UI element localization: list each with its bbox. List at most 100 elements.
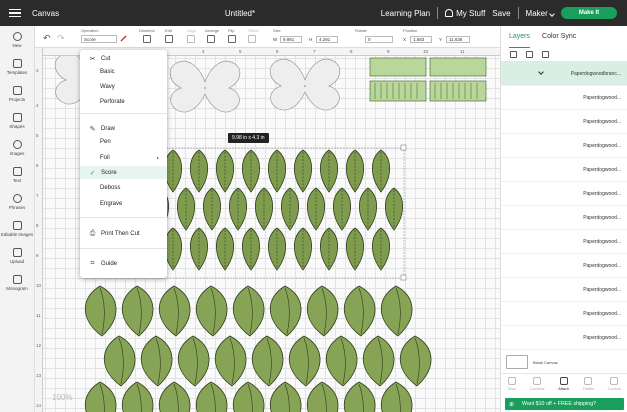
- attach-icon: [559, 377, 568, 385]
- layer-row[interactable]: Paperdogwood...: [501, 158, 627, 182]
- sidebar-item-editable-images[interactable]: Editable Images: [0, 215, 34, 242]
- panel-tabs: Layers Color Sync: [501, 26, 627, 48]
- edit-icon[interactable]: [165, 35, 173, 43]
- undo-icon[interactable]: ↶: [43, 33, 51, 44]
- redo-icon[interactable]: ↷: [57, 33, 65, 44]
- attach-button[interactable]: Attach: [558, 377, 569, 395]
- deselect-icon[interactable]: [143, 35, 151, 43]
- chat-bubble-icon: [12, 193, 22, 203]
- offset-label: Offset: [248, 28, 259, 33]
- menu-item-perforate[interactable]: Perforate: [80, 95, 167, 108]
- tab-color-sync[interactable]: Color Sync: [542, 26, 576, 48]
- layer-row[interactable]: Paperdogwood...: [501, 134, 627, 158]
- align-icon[interactable]: [187, 35, 195, 43]
- sidebar-item-upload[interactable]: Upload: [0, 242, 34, 269]
- flip-label: Flip: [228, 28, 235, 33]
- make-it-button[interactable]: Make It: [561, 7, 617, 19]
- menu-item-wavy[interactable]: Wavy: [80, 80, 167, 93]
- sidebar-item-monogram[interactable]: Monogram: [0, 269, 34, 296]
- layer-row[interactable]: Paperdogwood...: [501, 254, 627, 278]
- sidebar-item-text[interactable]: Text: [0, 161, 34, 188]
- flatten-button[interactable]: Flatten: [583, 377, 594, 395]
- operation-select[interactable]: Score: [81, 35, 117, 43]
- projects-icon: [12, 85, 22, 95]
- top-bar: Canvas Untitled* Learning Plan My Stuff …: [0, 0, 627, 26]
- menu-item-draw[interactable]: ✎ Draw: [80, 122, 167, 135]
- zoom-level[interactable]: 100%: [52, 393, 72, 402]
- slice-button[interactable]: Slice: [508, 377, 516, 395]
- layer-row[interactable]: Paperdogwood...: [501, 182, 627, 206]
- align-label: Align: [187, 28, 196, 33]
- menu-item-engrave[interactable]: Engrave: [80, 197, 167, 210]
- layer-row[interactable]: Paperdogwood...: [501, 206, 627, 230]
- sidebar-item-phrases[interactable]: Phrases: [0, 188, 34, 215]
- layer-row[interactable]: Paperdogwood...: [501, 86, 627, 110]
- combine-icon: [533, 377, 542, 385]
- menu-item-pen[interactable]: Pen: [80, 135, 167, 148]
- position-x-prefix: X: [403, 37, 407, 42]
- rotate-label: Rotate: [355, 28, 367, 33]
- layer-row[interactable]: Paperdogwood...: [501, 110, 627, 134]
- contour-button[interactable]: Contour: [608, 377, 621, 395]
- upload-icon: [12, 247, 22, 257]
- height-field[interactable]: 4.291: [316, 36, 338, 43]
- arrange-icon[interactable]: [207, 35, 215, 43]
- tab-layers[interactable]: Layers: [509, 26, 531, 48]
- layer-row[interactable]: Paperdogwood...: [501, 230, 627, 254]
- slice-icon: [507, 377, 516, 385]
- text-icon: [12, 166, 22, 176]
- menu-item-foil[interactable]: Foil ▸: [80, 151, 167, 164]
- menu-item-deboss[interactable]: Deboss: [80, 181, 167, 194]
- trash-icon[interactable]: [542, 51, 549, 58]
- menu-item-score[interactable]: ✓ Score: [80, 166, 167, 179]
- guide-icon: ⌗: [90, 259, 95, 267]
- menu-divider: [80, 248, 167, 249]
- plus-circle-icon: [12, 31, 22, 41]
- layer-row[interactable]: Paperdogwood...: [501, 278, 627, 302]
- offset-icon[interactable]: [248, 35, 256, 43]
- menu-item-basic[interactable]: Basic: [80, 65, 167, 78]
- flip-icon[interactable]: [228, 35, 236, 43]
- layer-row[interactable]: Paperdogwood...: [501, 302, 627, 326]
- learning-plan-link[interactable]: Learning Plan: [381, 9, 430, 18]
- menu-divider: [80, 217, 167, 218]
- layer-row[interactable]: Paperdogwood...: [501, 326, 627, 350]
- rotate-field[interactable]: 0: [365, 36, 393, 43]
- width-field[interactable]: 9.981: [280, 36, 302, 43]
- group-icon[interactable]: [510, 51, 517, 58]
- duplicate-icon[interactable]: [526, 51, 533, 58]
- flower-shape: [269, 58, 341, 111]
- pen-color-icon[interactable]: [120, 35, 127, 42]
- canvas-swatch: [506, 355, 528, 369]
- left-sidebar: New Templates Projects Shapes Images Tex…: [0, 26, 35, 412]
- arrange-label: Arrange: [205, 28, 220, 33]
- menu-item-cut[interactable]: ✂ Cut: [80, 52, 167, 65]
- gift-icon: ⊕: [509, 401, 515, 408]
- save-button[interactable]: Save: [492, 9, 510, 18]
- width-prefix: W: [273, 37, 278, 42]
- position-x-field[interactable]: 1.583: [410, 36, 432, 43]
- position-label: Position: [403, 28, 418, 33]
- layer-tools: [501, 48, 627, 62]
- position-y-field[interactable]: 11.636: [446, 36, 470, 43]
- blank-canvas-row[interactable]: Blank Canvas: [506, 355, 558, 369]
- promo-banner[interactable]: ⊕ Want $10 off + FREE shipping?: [505, 398, 624, 410]
- sidebar-item-templates[interactable]: Templates: [0, 53, 34, 80]
- menu-item-guide[interactable]: ⌗ Guide: [80, 257, 167, 270]
- menu-item-print-then-cut[interactable]: ⎙ Print Then Cut: [80, 227, 167, 240]
- height-prefix: H: [309, 37, 313, 42]
- sidebar-item-images[interactable]: Images: [0, 134, 34, 161]
- sidebar-item-projects[interactable]: Projects: [0, 80, 34, 107]
- lightbulb-icon: [12, 139, 22, 149]
- sidebar-item-new[interactable]: New: [0, 26, 34, 53]
- chevron-down-icon[interactable]: [538, 69, 544, 75]
- machine-select[interactable]: Maker: [526, 9, 555, 18]
- combine-button[interactable]: Combine: [530, 377, 545, 395]
- left-ruler: 3 4 5 6 7 8 9 10 11 12 13 14: [35, 48, 43, 412]
- editable-image-icon: [12, 220, 22, 230]
- bell-icon: [445, 9, 454, 17]
- deselect-label: Deselect: [139, 28, 155, 33]
- my-stuff-button[interactable]: My Stuff: [445, 9, 485, 18]
- sidebar-item-shapes[interactable]: Shapes: [0, 107, 34, 134]
- layer-group-row[interactable]: Paperdogwoodbranc...: [501, 62, 627, 86]
